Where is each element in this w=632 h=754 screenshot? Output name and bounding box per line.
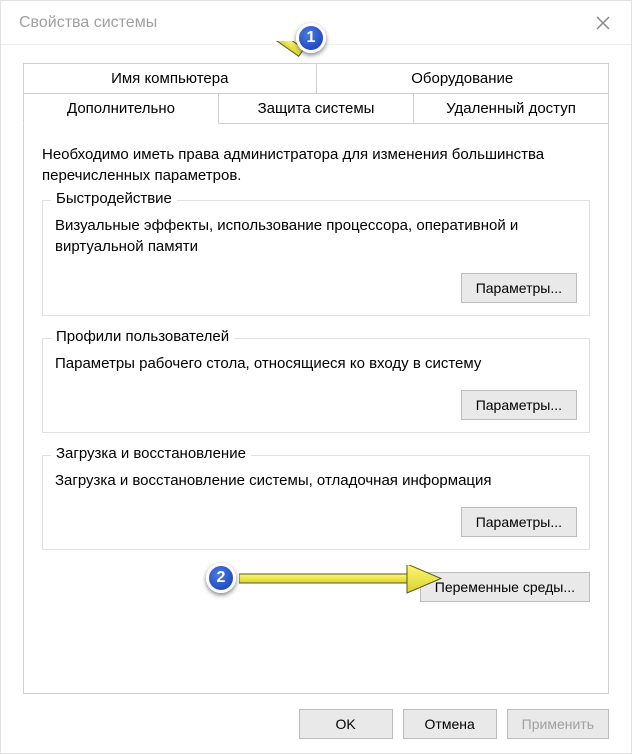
- group-profiles-title: Профили пользователей: [51, 328, 234, 345]
- group-performance: Быстродействие Визуальные эффекты, испол…: [42, 200, 590, 316]
- window-title: Свойства системы: [19, 14, 157, 32]
- apply-button[interactable]: Применить: [507, 709, 609, 739]
- profiles-settings-button[interactable]: Параметры...: [461, 390, 577, 420]
- admin-note: Необходимо иметь права администратора дл…: [42, 144, 590, 186]
- annotation-arrow-2: [239, 565, 449, 597]
- close-icon[interactable]: [589, 9, 617, 37]
- ok-button[interactable]: OK: [299, 709, 393, 739]
- dialog-buttons: OK Отмена Применить: [299, 709, 609, 739]
- tab-hardware[interactable]: Оборудование: [317, 63, 610, 93]
- group-startup: Загрузка и восстановление Загрузка и вос…: [42, 455, 590, 550]
- group-performance-desc: Визуальные эффекты, использование процес…: [55, 215, 577, 257]
- group-performance-title: Быстродействие: [51, 190, 177, 207]
- tab-remote[interactable]: Удаленный доступ: [414, 93, 609, 124]
- annotation-marker-1: 1: [296, 23, 326, 53]
- annotation-arrow-1: [161, 41, 321, 131]
- group-profiles-desc: Параметры рабочего стола, относящиеся ко…: [55, 353, 577, 374]
- cancel-button[interactable]: Отмена: [403, 709, 497, 739]
- performance-settings-button[interactable]: Параметры...: [461, 273, 577, 303]
- group-startup-title: Загрузка и восстановление: [51, 445, 251, 462]
- group-startup-desc: Загрузка и восстановление системы, отлад…: [55, 470, 577, 491]
- group-profiles: Профили пользователей Параметры рабочего…: [42, 338, 590, 433]
- tab-body-advanced: Необходимо иметь права администратора дл…: [23, 124, 609, 694]
- startup-settings-button[interactable]: Параметры...: [461, 507, 577, 537]
- annotation-marker-2: 2: [206, 563, 236, 593]
